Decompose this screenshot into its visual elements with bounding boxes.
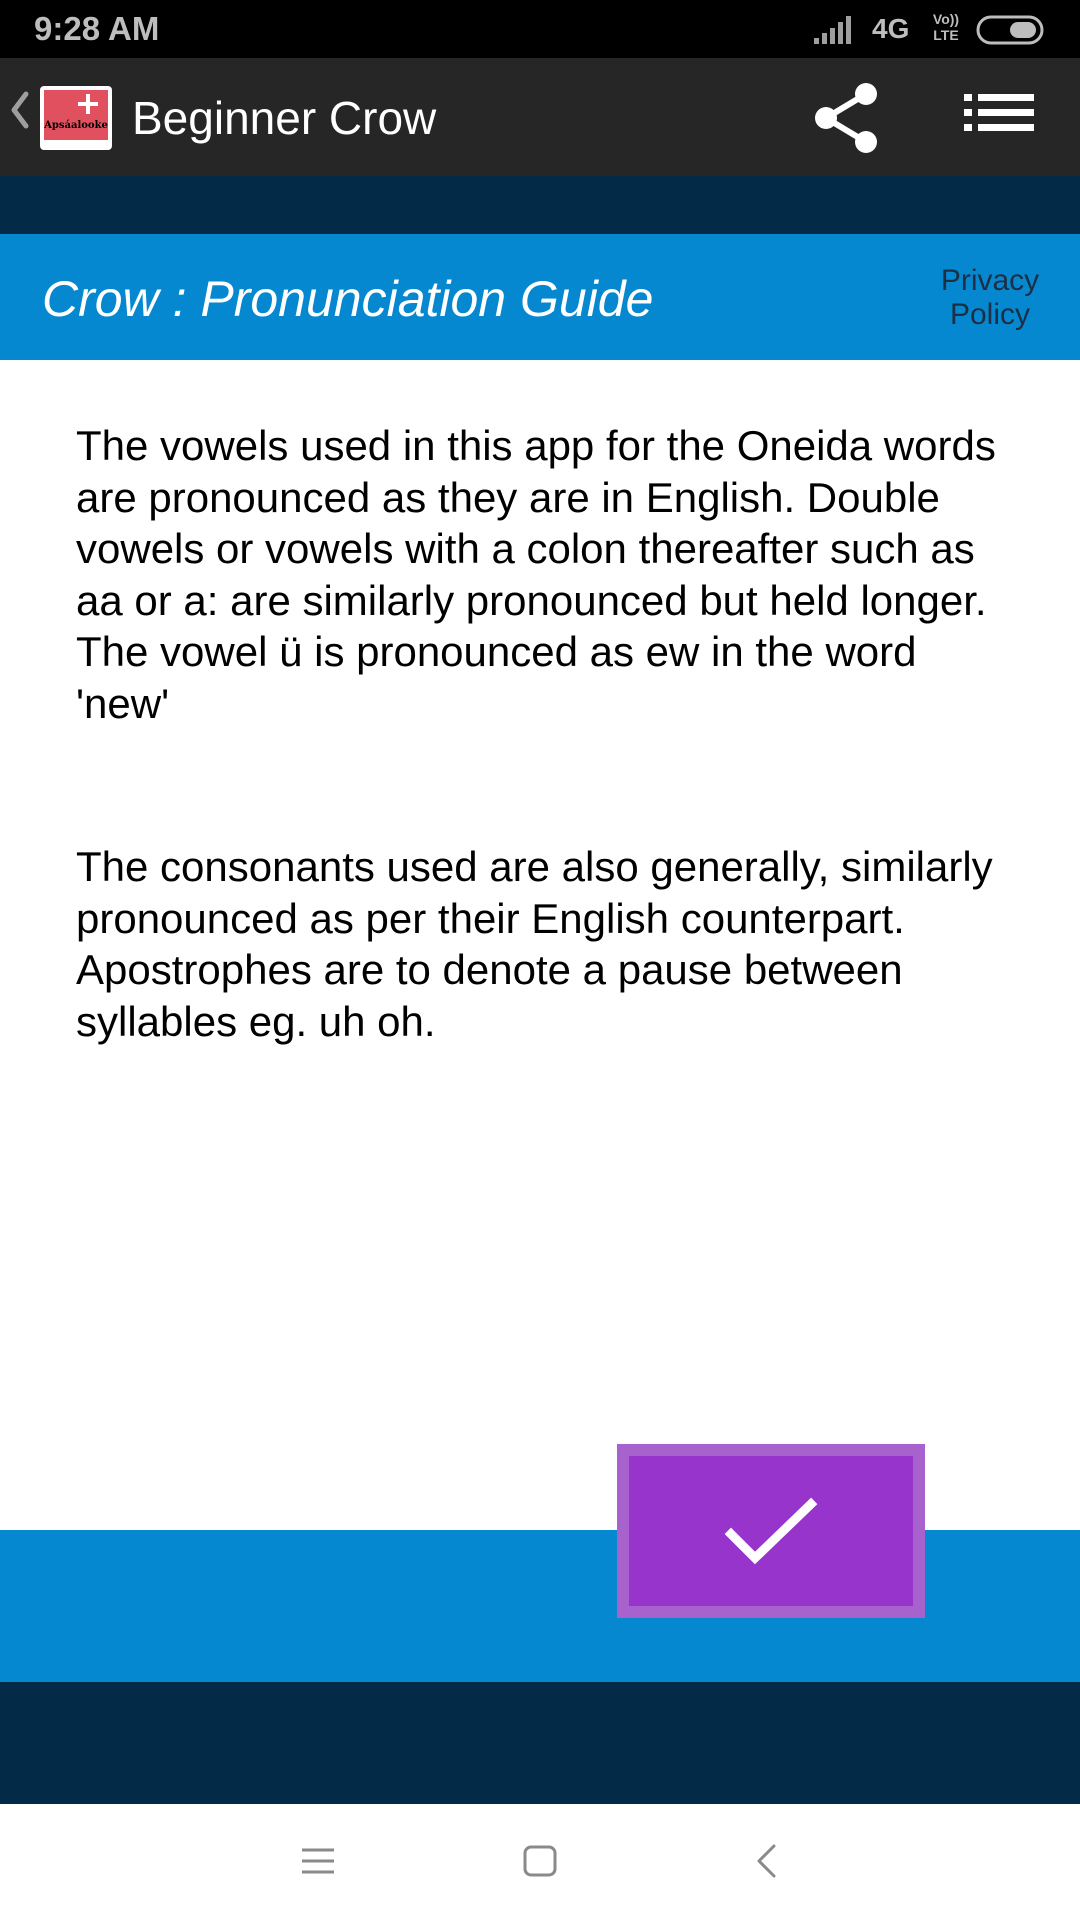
volte-line-1: Vo)) [932, 11, 960, 27]
signal-strength-icon [814, 16, 851, 44]
app-logo[interactable]: Apsáalooke [40, 86, 112, 150]
network-type: 4G [872, 13, 910, 44]
top-navy-strip [0, 176, 1080, 234]
battery-icon [976, 15, 1044, 45]
recent-apps-icon[interactable] [300, 1846, 336, 1876]
volte-badge: Vo)) LTE [928, 11, 964, 43]
privacy-line-1: Privacy [940, 264, 1040, 297]
vowels-paragraph: The vowels used in this app for the Onei… [76, 422, 996, 727]
home-icon[interactable] [522, 1844, 558, 1878]
back-icon[interactable] [754, 1842, 778, 1880]
back-chevron-icon[interactable] [8, 88, 32, 132]
app-title: Beginner Crow [132, 92, 437, 144]
bottom-navy-band [0, 1682, 1080, 1804]
guide-content: The vowels used in this app for the Onei… [76, 420, 1016, 1047]
checkmark-icon [724, 1497, 818, 1565]
consonants-paragraph: The consonants used are also generally, … [76, 843, 993, 1045]
privacy-policy-link[interactable]: Privacy Policy [920, 264, 1060, 332]
logo-flag [44, 90, 108, 140]
page-title: Crow : Pronunciation Guide [42, 271, 654, 327]
privacy-line-2: Policy [949, 298, 1031, 331]
confirm-button[interactable] [617, 1444, 925, 1618]
logo-cross-v [86, 94, 90, 114]
status-bar [0, 0, 1080, 58]
menu-list-icon[interactable] [962, 90, 1038, 144]
volte-line-2: LTE [933, 27, 959, 43]
status-time: 9:28 AM [34, 10, 160, 47]
confirm-button-inner [629, 1456, 913, 1606]
logo-text: Apsáalooke [44, 120, 108, 131]
share-icon[interactable] [808, 80, 884, 156]
